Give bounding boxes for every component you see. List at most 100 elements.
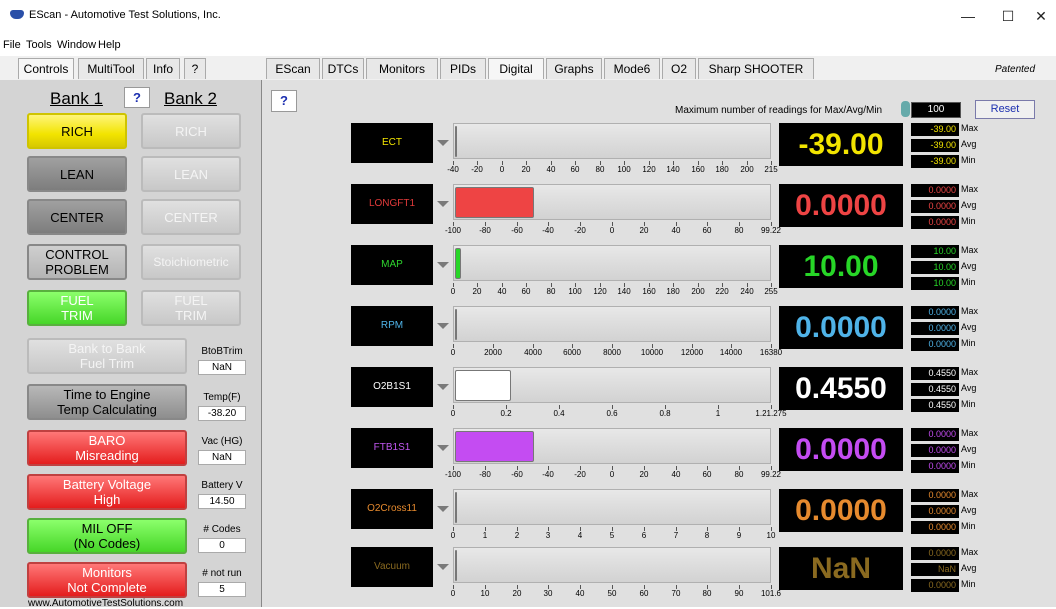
tick-label: -80 [479, 470, 491, 479]
gauge-value-display: -39.00 [779, 123, 903, 166]
title-bar: EScan - Automotive Test Solutions, Inc. … [0, 0, 1056, 38]
gauge-pid-selector[interactable]: MAP [351, 245, 433, 285]
not-run-label: # not run [202, 568, 242, 579]
gauge-scale: -100 -80 -60 -40 -20 0 20 40 60 80 99.22 [445, 222, 781, 236]
max-readings-label: Maximum number of readings for Max/Avg/M… [675, 105, 883, 116]
tick-label: 10000 [640, 348, 664, 357]
baro-misreading-indicator: BARO Misreading [27, 430, 187, 466]
tick-label: -80 [479, 226, 491, 235]
tab-multitool[interactable]: MultiTool [78, 58, 144, 79]
gauge-avg-label: Avg [961, 139, 977, 149]
gauge-min-value: 10.00 [911, 277, 959, 290]
gauge-pid-selector[interactable]: ECT [351, 123, 433, 163]
gauge-min-label: Min [961, 579, 976, 589]
tab-controls[interactable]: Controls [18, 58, 74, 79]
menu-help[interactable]: Help [98, 39, 121, 51]
tick-label: 100 [568, 287, 582, 296]
gauge-bar-fill [455, 370, 511, 401]
chevron-down-icon[interactable] [437, 140, 449, 146]
gauge-max-value: -39.00 [911, 123, 959, 136]
tick-label: 90 [734, 589, 744, 598]
bank2-lean-indicator: LEAN [141, 156, 241, 192]
gauge-pid-selector[interactable]: LONGFT1 [351, 184, 433, 224]
tick-label: 240 [740, 287, 754, 296]
tick-label: 20 [639, 470, 649, 479]
tick-label: 16380 [759, 348, 783, 357]
control-problem-indicator: CONTROL PROBLEM [27, 244, 127, 280]
gauge-max-value: 0.0000 [911, 489, 959, 502]
tick-label: 20 [521, 165, 531, 174]
gauge-pid-selector[interactable]: O2B1S1 [351, 367, 433, 407]
gauge-bar-track [453, 428, 771, 464]
chevron-down-icon[interactable] [437, 445, 449, 451]
tick-label: 0 [450, 348, 456, 357]
gauge-pid-selector[interactable]: RPM [351, 306, 433, 346]
tick-label: 60 [702, 470, 712, 479]
max-readings-input[interactable]: 100 [911, 102, 961, 118]
tab-mode6[interactable]: Mode6 [604, 58, 660, 79]
gauge-avg-label: Avg [961, 444, 977, 454]
tab-help[interactable]: ? [184, 58, 206, 79]
tab-dtcs[interactable]: DTCs [322, 58, 364, 79]
tick-label: -100 [444, 226, 462, 235]
tick-label: 4000 [524, 348, 542, 357]
left-tab-strip: Controls MultiTool Info ? [0, 56, 262, 80]
codes-label: # Codes [203, 524, 241, 535]
bank-to-bank-fuel-trim-indicator: Bank to Bank Fuel Trim [27, 338, 187, 374]
chevron-down-icon[interactable] [437, 323, 449, 329]
gauge-avg-value: 0.0000 [911, 322, 959, 335]
gauge-bar-fill [455, 550, 457, 581]
mil-status-indicator: MIL OFF (No Codes) [27, 518, 187, 554]
chevron-down-icon[interactable] [437, 564, 449, 570]
tick-label: 60 [570, 165, 580, 174]
not-run-value: 5 [198, 582, 246, 597]
spinner-icon[interactable] [901, 101, 910, 117]
menu-bar: File Tools Window Help [0, 38, 1056, 54]
tick-label: 215 [764, 165, 778, 174]
window-title: EScan - Automotive Test Solutions, Inc. [29, 9, 221, 21]
tick-label: 0.4 [553, 409, 565, 418]
tick-label: 0.2 [500, 409, 512, 418]
reset-button[interactable]: Reset [975, 100, 1035, 119]
tick-label: 180 [666, 287, 680, 296]
tick-label: 4 [577, 531, 583, 540]
close-button[interactable]: ✕ [1026, 6, 1056, 26]
bank2-label: Bank 2 [164, 89, 217, 108]
maximize-button[interactable]: ☐ [988, 6, 1028, 26]
tab-info[interactable]: Info [146, 58, 180, 79]
tab-graphs[interactable]: Graphs [546, 58, 602, 79]
tab-monitors[interactable]: Monitors [366, 58, 438, 79]
menu-tools[interactable]: Tools [26, 39, 52, 51]
tab-o2[interactable]: O2 [662, 58, 696, 79]
bank1-center-indicator: CENTER [27, 199, 127, 235]
right-tab-strip: EScan DTCs Monitors PIDs Digital Graphs … [262, 56, 1056, 80]
tab-sharp-shooter[interactable]: Sharp SHOOTER [698, 58, 814, 79]
tab-escan[interactable]: EScan [266, 58, 320, 79]
gauge-pid-selector[interactable]: Vacuum [351, 547, 433, 587]
tab-pids[interactable]: PIDs [440, 58, 486, 79]
gauge-min-value: 0.0000 [911, 579, 959, 592]
tab-digital[interactable]: Digital [488, 58, 544, 79]
gauge-scale: 0 20 40 60 80 100 120 140 160 180 200 220 240 255 [451, 283, 778, 297]
chevron-down-icon[interactable] [437, 201, 449, 207]
tick-label: 0 [450, 409, 456, 418]
bank1-rich-indicator: RICH [27, 113, 127, 149]
digital-help-button[interactable]: ? [271, 90, 297, 112]
chevron-down-icon[interactable] [437, 506, 449, 512]
minimize-button[interactable]: — [948, 6, 988, 26]
tick-label: 120 [642, 165, 656, 174]
chevron-down-icon[interactable] [437, 384, 449, 390]
website-url[interactable]: www.AutomotiveTestSolutions.com [28, 598, 183, 609]
tick-label: 40 [575, 589, 585, 598]
bank1-lean-indicator: LEAN [27, 156, 127, 192]
menu-file[interactable]: File [3, 39, 21, 51]
gauge-pid-selector[interactable]: FTB1S1 [351, 428, 433, 468]
gauge-pid-selector[interactable]: O2Cross11 [351, 489, 433, 529]
gauge-avg-value: 0.4550 [911, 383, 959, 396]
bank-help-button[interactable]: ? [124, 87, 150, 108]
menu-window[interactable]: Window [57, 39, 96, 51]
tick-label: 160 [691, 165, 705, 174]
tick-label: 10 [480, 589, 490, 598]
chevron-down-icon[interactable] [437, 262, 449, 268]
tick-label: 9 [736, 531, 742, 540]
